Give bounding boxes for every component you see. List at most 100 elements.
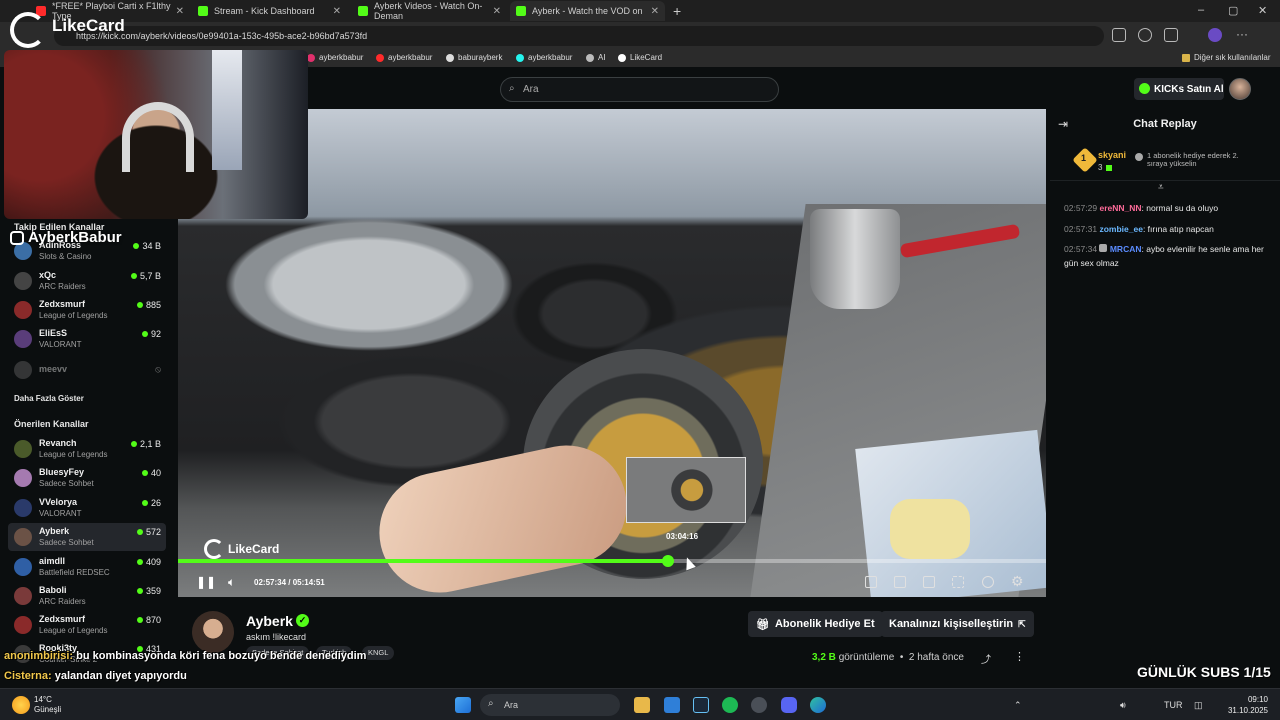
gift-icon: 🎁︎ (756, 618, 770, 631)
spotify-icon[interactable] (722, 697, 738, 713)
network-icon[interactable]: ◫ (1194, 700, 1203, 711)
weather-widget[interactable]: 14°C Güneşli (34, 695, 61, 715)
live-dot-icon (141, 500, 148, 506)
chat-scroll-icon[interactable]: ⩡ (1158, 182, 1164, 193)
tray-expand-icon[interactable]: ⌃ (1014, 700, 1022, 711)
channel-avatar[interactable] (192, 611, 234, 653)
bookmark-x[interactable]: baburayberk (446, 53, 502, 62)
channel-category: Sadece Sohbet (39, 479, 94, 488)
fullscreen-button[interactable] (952, 576, 964, 588)
tag-custom[interactable]: KNGL (362, 646, 395, 660)
close-window-button[interactable]: ✕ (1258, 4, 1267, 17)
tab-kick-dashboard[interactable]: Stream - Kick Dashboard ✕ (192, 1, 347, 21)
volume-icon[interactable]: 🔊︎ (1120, 700, 1126, 711)
sidebar-item-bluesyfey[interactable]: BluesyFey Sadece Sohbet 40 (8, 464, 166, 492)
search-input[interactable]: ⌕ Ara (500, 77, 779, 102)
taskbar-search[interactable]: ⌕ Ara (480, 694, 620, 716)
speed-button[interactable] (982, 576, 994, 588)
profile-icon[interactable] (1208, 28, 1222, 42)
steam-icon[interactable] (693, 697, 709, 713)
buy-kicks-button[interactable]: KICKs Satın Al (1134, 78, 1224, 100)
time-display: 02:57:34 / 05:14:51 (254, 578, 325, 587)
more-options-icon[interactable]: ⋮ (1014, 650, 1025, 663)
input-language[interactable]: TUR (1164, 700, 1183, 710)
photos-icon[interactable] (664, 697, 680, 713)
message-user[interactable]: MRCAN (1110, 244, 1142, 254)
channel-name: aimdll (39, 556, 66, 566)
new-tab-button[interactable]: + (673, 3, 681, 19)
video-player[interactable] (178, 109, 1046, 597)
leaderboard-hint: 1 abonelik hediye ederek 2. sıraya yükse… (1147, 151, 1239, 168)
sidebar-item-revanch[interactable]: Revanch League of Legends 2,1 B (8, 435, 166, 463)
downloads-icon[interactable] (1164, 28, 1178, 42)
channel-category: ARC Raiders (39, 597, 86, 606)
sidebar-item-xqc[interactable]: xQc ARC Raiders 5,7 B (8, 267, 166, 295)
sidebar-item-eliess[interactable]: EliEsS VALORANT 92 (8, 325, 166, 353)
seek-handle[interactable] (662, 555, 674, 567)
theater-mode-button[interactable] (923, 576, 935, 588)
channel-name[interactable]: Ayberk (246, 613, 293, 629)
viewer-count-text: 34 B (142, 241, 161, 251)
video-frame-hand (368, 434, 638, 597)
sidebar-item-meevv[interactable]: meevv ⦸ (8, 356, 166, 384)
message-user[interactable]: ereNN_NN (1099, 203, 1141, 213)
instagram-handle-text: AyberkBabur (28, 229, 122, 246)
seek-bar[interactable] (178, 559, 1046, 563)
file-explorer-icon[interactable] (634, 697, 650, 713)
show-more-button[interactable]: Daha Fazla Göster (14, 394, 84, 403)
sidebar-item-aimdll[interactable]: aimdll Battlefield REDSEC 409 (8, 553, 166, 581)
edge-icon[interactable] (810, 697, 826, 713)
clock-time: 09:10 (1247, 695, 1268, 704)
sidebar-item-zedxsmurf-2[interactable]: Zedxsmurf League of Legends 870 (8, 611, 166, 639)
tab-ayberk-vod[interactable]: Ayberk - Watch the VOD on ✕ (510, 1, 665, 21)
chat-message: 02:57:29 ereNN_NN: normal su da oluyo (1064, 203, 1219, 213)
close-icon[interactable]: ✕ (493, 6, 501, 17)
pip-button[interactable] (865, 576, 877, 588)
bookmark-label: baburayberk (458, 53, 503, 62)
customize-channel-button[interactable]: Kanalınızı kişiselleştirin ⇱ (881, 611, 1034, 637)
url-input[interactable]: https://kick.com/ayberk/videos/0e99401a-… (54, 26, 1104, 46)
taskbar-clock[interactable]: 09:10 31.10.2025 (1222, 694, 1268, 716)
settings-gear-icon[interactable]: ⚙ (1011, 573, 1024, 590)
extensions-icon[interactable] (1112, 28, 1126, 42)
pause-button[interactable]: ❚❚ (196, 575, 216, 589)
bookmark-ai[interactable]: AI (586, 53, 606, 62)
discord-icon[interactable] (781, 697, 797, 713)
close-icon[interactable]: ✕ (651, 6, 659, 17)
start-windows-icon[interactable] (455, 697, 471, 713)
tab-ayberk-videos[interactable]: Ayberk Videos - Watch On-Deman ✕ (352, 1, 507, 21)
sidebar-item-zedxsmurf[interactable]: Zedxsmurf League of Legends 885 (8, 296, 166, 324)
channel-name: Zedxsmurf (39, 614, 86, 624)
channel-name: Ayberk (39, 526, 70, 536)
share-icon[interactable]: ⤴ (981, 651, 991, 666)
gift-subscription-button[interactable]: 🎁︎ Abonelik Hediye Et (748, 611, 883, 637)
bookmark-instagram[interactable]: ayberkbabur (307, 53, 363, 62)
bookmark-tiktok[interactable]: ayberkbabur (516, 53, 572, 62)
avatar (14, 558, 32, 576)
history-icon[interactable] (1138, 28, 1152, 42)
bookmark-youtube[interactable]: ayberkbabur (376, 53, 432, 62)
sidebar-item-baboli[interactable]: Baboli ARC Raiders 359 (8, 582, 166, 610)
bookmark-likecard[interactable]: LikeCard (618, 53, 662, 62)
maximize-button[interactable]: ▢ (1228, 4, 1238, 17)
close-icon[interactable]: ✕ (176, 6, 184, 17)
close-icon[interactable]: ✕ (333, 6, 341, 17)
views-count: 3,2 B (812, 652, 836, 663)
subs-goal-overlay: GÜNLÜK SUBS 1/15 (1137, 664, 1271, 680)
avatar (14, 499, 32, 517)
app-icon[interactable] (751, 697, 767, 713)
channel-category: Sadece Sohbet (39, 538, 94, 547)
sidebar-item-ayberk[interactable]: Ayberk Sadece Sohbet 572 (8, 523, 166, 551)
likecard-logo-text: LikeCard (52, 16, 125, 35)
other-bookmarks[interactable]: Diğer sık kullanılanlar (1182, 53, 1270, 62)
more-menu-icon[interactable]: ··· (1236, 27, 1248, 41)
minimize-button[interactable]: – (1198, 4, 1204, 16)
search-icon: ⌕ (488, 698, 494, 709)
info-icon (1135, 153, 1143, 161)
user-avatar[interactable] (1229, 78, 1251, 100)
clip-button[interactable] (894, 576, 906, 588)
folder-icon (1182, 53, 1190, 62)
sidebar-item-vvelorya[interactable]: VVelorya VALORANT 26 (8, 494, 166, 522)
volume-button[interactable]: 🔈︎ (228, 575, 235, 590)
message-user[interactable]: zombie_ee (1099, 224, 1142, 234)
